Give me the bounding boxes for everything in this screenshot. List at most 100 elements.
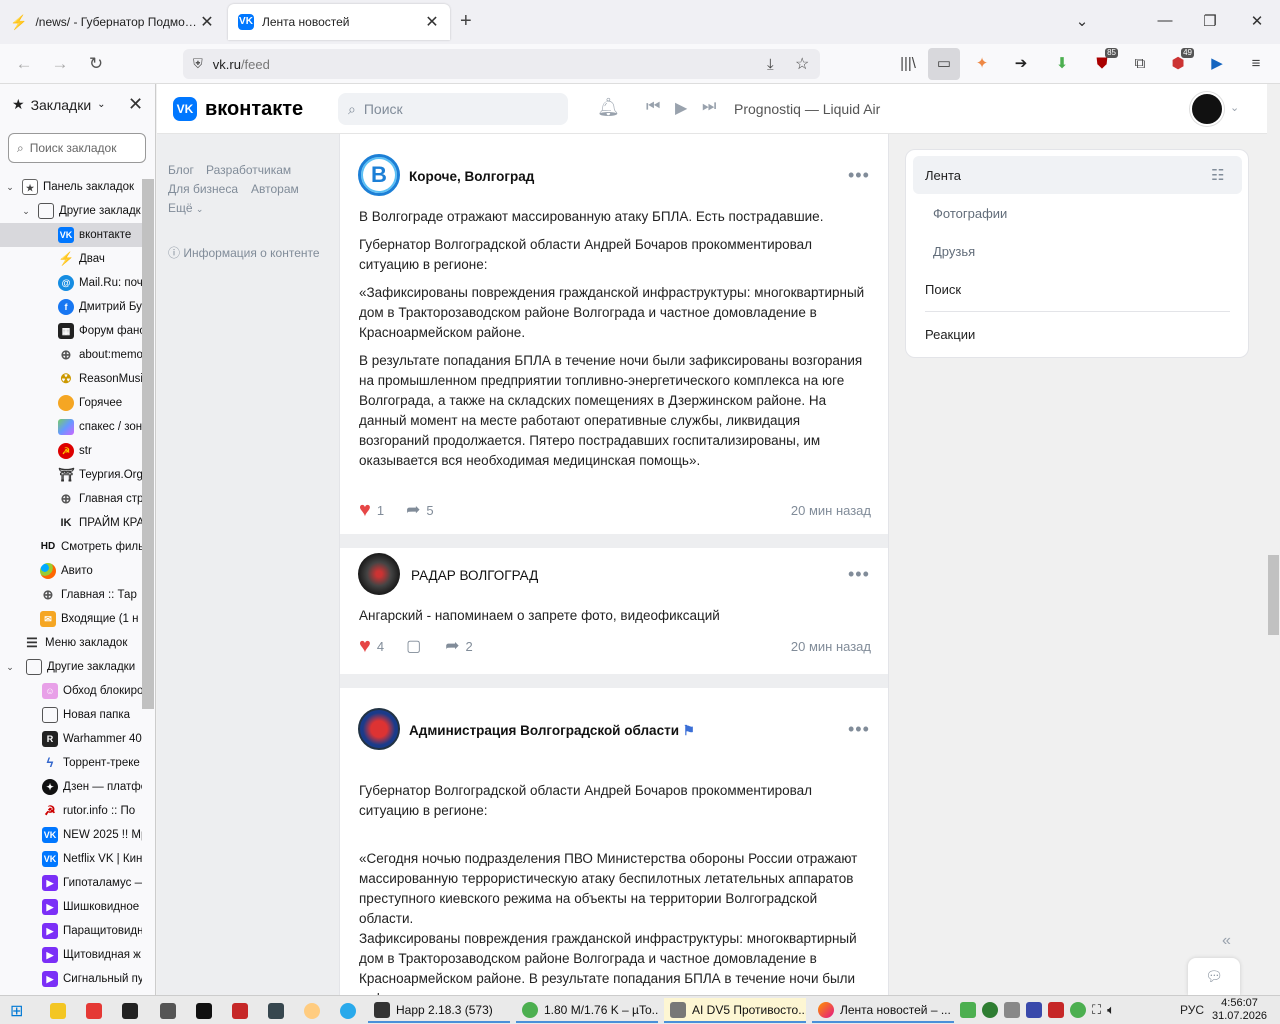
bookmark-folder[interactable]: ⌄ ★ Панель закладок xyxy=(0,175,142,199)
back-icon[interactable]: ← xyxy=(12,52,36,76)
minimize-icon[interactable]: — xyxy=(1155,12,1175,29)
close-tab-icon[interactable]: ✕ xyxy=(424,12,440,32)
close-window-icon[interactable]: ✕ xyxy=(1247,12,1267,30)
vk-search-input[interactable]: ⌕ Поиск xyxy=(338,93,568,125)
menu-item-friends[interactable]: Друзья xyxy=(933,244,975,259)
next-track-icon[interactable]: ⏭︎ xyxy=(702,98,716,116)
bookmark-item[interactable]: IK ПРАЙМ КРА xyxy=(0,511,143,535)
extensions-puzzle-icon[interactable]: ⧉ xyxy=(1128,52,1152,76)
clock[interactable]: 4:56:07 31.07.2026 xyxy=(1212,997,1267,1023)
post-author[interactable]: Администрация Волгоградской области ⚑ xyxy=(409,723,695,739)
bookmark-item[interactable]: R Warhammer 40 xyxy=(0,727,142,751)
bookmark-item[interactable]: ⊕ about:memo xyxy=(0,343,142,367)
bookmark-item[interactable]: Авито xyxy=(0,559,142,583)
library-icon[interactable]: |||\ xyxy=(896,52,920,76)
comment-icon[interactable]: ▢ xyxy=(406,636,421,656)
tray-icon[interactable] xyxy=(1004,1002,1020,1018)
bookmark-item[interactable]: ▦ Форум фано xyxy=(0,319,142,343)
menu-item-feed[interactable] xyxy=(913,156,1242,194)
ublock-icon[interactable]: ⛊ 85 xyxy=(1090,48,1118,76)
pinned-app[interactable] xyxy=(80,998,108,1023)
forward-icon[interactable]: → xyxy=(48,52,72,76)
author-avatar[interactable]: В xyxy=(358,154,400,196)
menu-item-search[interactable]: Поиск xyxy=(925,282,961,297)
bookmark-item[interactable]: ✉ Входящие (1 н xyxy=(0,607,142,631)
tray-icon[interactable] xyxy=(1048,1002,1064,1018)
bookmark-item[interactable]: @ Mail.Ru: поч xyxy=(0,271,142,295)
bookmark-item[interactable]: VK NEW 2025 !! Mp xyxy=(0,823,142,847)
pinned-app[interactable] xyxy=(298,998,326,1023)
authors-link[interactable]: Авторам xyxy=(251,182,299,196)
bookmark-item[interactable]: ▶ Гипоталамус — xyxy=(0,871,142,895)
bookmark-folder[interactable]: ⌄ Другие закладки xyxy=(0,655,142,679)
bookmark-item[interactable]: HD Смотреть филь xyxy=(0,535,142,559)
bookmarks-header[interactable]: ★ Закладки ⌄ xyxy=(12,96,106,113)
taskbar-app[interactable]: AI DV5 Противосто... xyxy=(664,998,806,1023)
close-tab-icon[interactable]: ✕ xyxy=(199,12,215,32)
post-time[interactable]: 20 мин назад xyxy=(791,503,871,518)
media-extension-icon[interactable]: ▶ xyxy=(1205,52,1229,76)
blog-link[interactable]: Блог xyxy=(168,163,194,177)
pinned-app[interactable] xyxy=(334,998,362,1023)
business-link[interactable]: Для бизнеса xyxy=(168,182,238,196)
reload-icon[interactable]: ↻ xyxy=(84,52,108,76)
share-icon[interactable]: ➦ xyxy=(445,636,459,656)
tray-icon[interactable] xyxy=(960,1002,976,1018)
more-options-icon[interactable]: ••• xyxy=(848,165,870,186)
tray-icon[interactable] xyxy=(1070,1002,1086,1018)
more-link[interactable]: Ещё ⌄ xyxy=(168,201,203,215)
content-info-link[interactable]: ⓘ Информация о контенте xyxy=(168,244,320,261)
bookmarks-scrollbar[interactable] xyxy=(142,179,154,709)
post-author[interactable]: РАДАР ВОЛГОГРАД xyxy=(411,568,538,583)
previous-track-icon[interactable]: ⏮︎ xyxy=(646,98,660,116)
bookmark-item[interactable]: ⛩ Теургия.Org xyxy=(0,463,142,487)
sidebar-toggle-icon[interactable]: ▭ xyxy=(928,48,960,80)
tray-icon[interactable] xyxy=(1026,1002,1042,1018)
bookmark-item[interactable]: ✦ Дзен — платфо xyxy=(0,775,142,799)
vk-logo[interactable]: VK вконтакте xyxy=(173,97,303,121)
pinned-app[interactable] xyxy=(116,998,144,1023)
now-playing-track[interactable]: Prognostiq — Liquid Air xyxy=(734,101,880,117)
like-heart-icon[interactable]: ♥ xyxy=(359,499,371,522)
bookmark-item[interactable]: ☢ ReasonMusic xyxy=(0,367,142,391)
tab-feed[interactable]: VK Лента новостей ✕ xyxy=(228,4,450,40)
bookmark-item[interactable]: ϟ Торрент-треке xyxy=(0,751,142,775)
menu-icon[interactable]: ≡ xyxy=(1244,52,1268,76)
bookmark-folder[interactable]: ⌄ Другие закладк xyxy=(0,199,142,223)
taskbar-app[interactable]: Нарр 2.18.3 (573) xyxy=(368,998,510,1023)
menu-item-photos[interactable]: Фотографии xyxy=(933,206,1007,221)
download-page-icon[interactable]: ⤓ xyxy=(767,56,774,73)
bookmark-item[interactable]: ☭ rutor.info :: По xyxy=(0,799,142,823)
tab-news[interactable]: ⚡ /news/ - Губернатор Подмосковья ✕ xyxy=(0,4,225,40)
bookmark-item[interactable]: ☺ Обход блокиро xyxy=(0,679,142,703)
bookmark-item[interactable]: ▶ Сигнальный пу xyxy=(0,967,142,991)
bookmark-item[interactable]: ⚡ Двач xyxy=(0,247,142,271)
close-sidebar-icon[interactable]: ✕ xyxy=(128,94,143,115)
bookmark-item[interactable]: Горячее xyxy=(0,391,142,415)
restore-icon[interactable]: ❐ xyxy=(1200,12,1220,30)
share-icon[interactable]: ➦ xyxy=(406,500,420,520)
like-heart-icon[interactable]: ♥ xyxy=(359,635,371,658)
bookmark-search-input[interactable]: ⌕ Поиск закладок xyxy=(8,133,146,163)
bookmark-item[interactable]: ▶ Шишковидное xyxy=(0,895,142,919)
developers-link[interactable]: Разработчикам xyxy=(206,163,291,177)
bookmark-item[interactable]: VK Netflix VK | Кин xyxy=(0,847,142,871)
tab-list-icon[interactable]: ⌄ xyxy=(1072,12,1092,30)
bookmark-item[interactable]: ⊕ Главная стр xyxy=(0,487,142,511)
download-extension-icon[interactable]: ⬇ xyxy=(1050,52,1074,76)
collapse-chevrons-icon[interactable]: « xyxy=(1222,932,1231,950)
language-indicator[interactable]: РУС xyxy=(1180,1003,1204,1017)
bookmark-item[interactable]: ⊕ Главная :: Тар xyxy=(0,583,142,607)
arrow-extension-icon[interactable]: ➔ xyxy=(1009,52,1033,76)
more-options-icon[interactable]: ••• xyxy=(848,719,870,740)
page-scrollbar[interactable] xyxy=(1267,84,1280,995)
bookmark-item[interactable]: ☭ str xyxy=(0,439,142,463)
pinned-app[interactable] xyxy=(226,998,254,1023)
post-time[interactable]: 20 мин назад xyxy=(791,639,871,654)
play-icon[interactable]: ▶ xyxy=(675,98,687,118)
bookmark-item[interactable]: ▶ Щитовидная ж xyxy=(0,943,142,967)
bookmark-item[interactable]: ▶ Паращитовидн xyxy=(0,919,142,943)
colorful-extension-icon[interactable]: ✦ xyxy=(970,52,994,76)
abp-icon[interactable]: ⬢ 49 xyxy=(1166,48,1194,76)
new-tab-button[interactable]: + xyxy=(460,10,472,33)
